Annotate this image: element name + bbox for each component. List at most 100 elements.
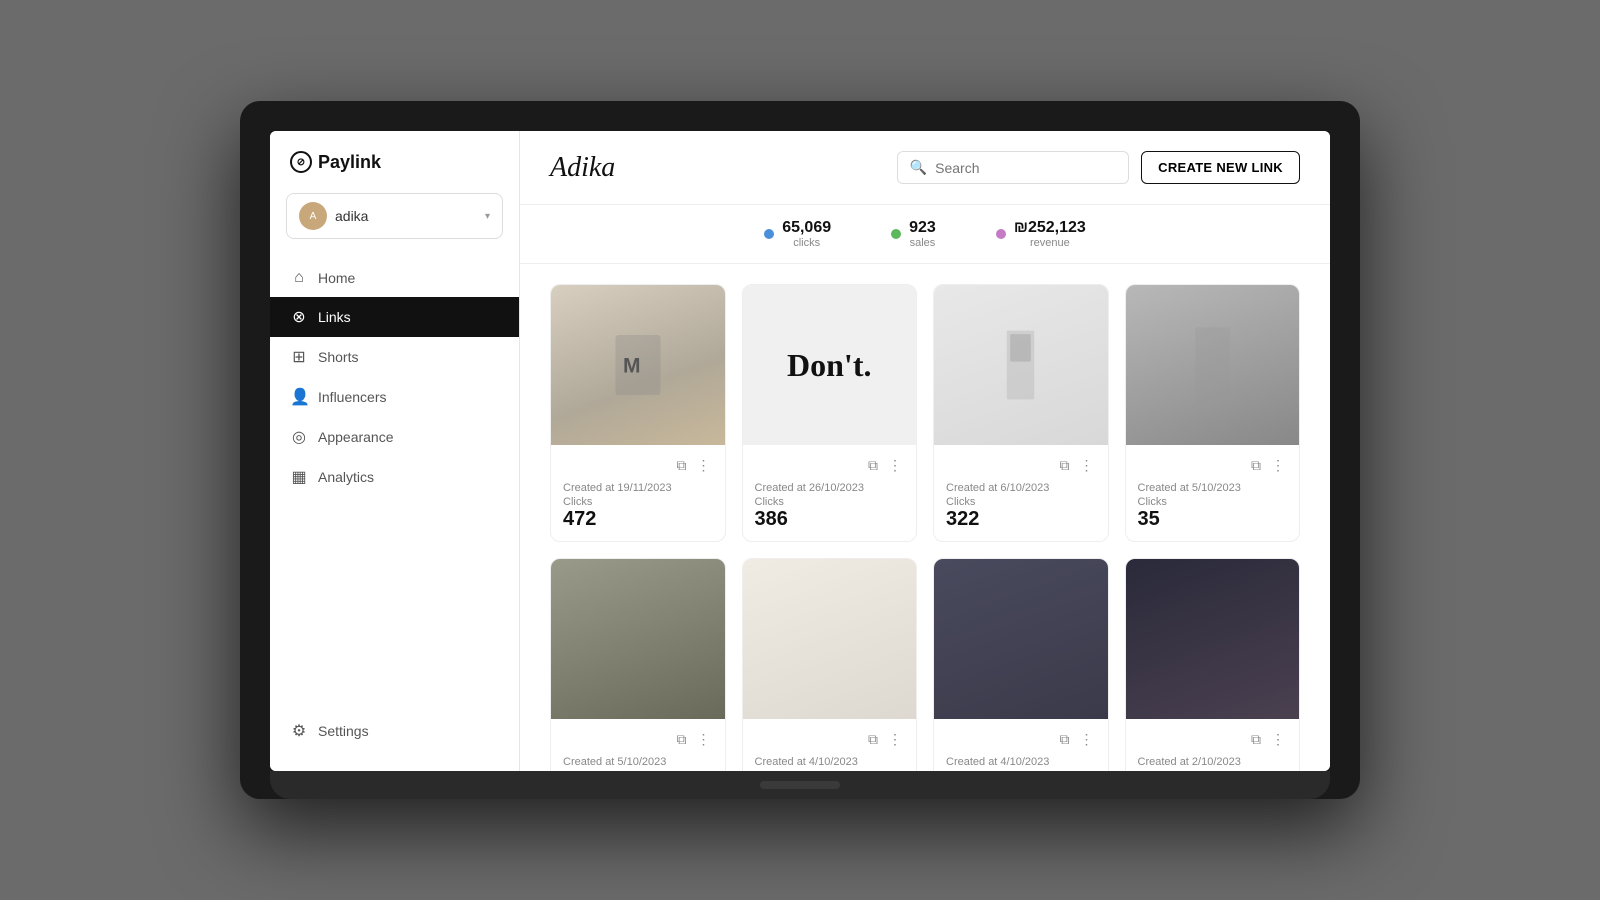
- copy-button[interactable]: ⧉: [1249, 455, 1263, 476]
- card-image-1: M: [551, 285, 725, 445]
- logo-icon: ⊘: [290, 151, 312, 173]
- card-image-5: [551, 559, 725, 719]
- stat-revenue: ₪252,123 revenue: [996, 219, 1086, 249]
- revenue-label: revenue: [1014, 237, 1086, 249]
- copy-button[interactable]: ⧉: [675, 729, 689, 750]
- more-button[interactable]: ⋮: [886, 729, 904, 750]
- links-grid-container: M ⧉ ⋮ Created at 19/11/2023 Clicks 472: [520, 264, 1330, 771]
- card-date-7: Created at 4/10/2023: [946, 756, 1096, 768]
- sidebar-item-shorts[interactable]: ⊞ Shorts: [270, 337, 519, 377]
- card-clicks-label-4: Clicks: [1138, 496, 1288, 508]
- sidebar-item-appearance[interactable]: ◎ Appearance: [270, 417, 519, 457]
- copy-button[interactable]: ⧉: [675, 455, 689, 476]
- stat-sales: 923 sales: [891, 219, 936, 249]
- account-selector[interactable]: A adika ▾: [286, 193, 503, 239]
- card-footer-3: ⧉ ⋮ Created at 6/10/2023 Clicks 322: [934, 445, 1108, 541]
- create-new-link-button[interactable]: CREATE NEW LINK: [1141, 151, 1300, 184]
- search-input[interactable]: [935, 160, 1116, 176]
- copy-button[interactable]: ⧉: [866, 729, 880, 750]
- card-actions-5: ⧉ ⋮: [563, 729, 713, 750]
- card-date-3: Created at 6/10/2023: [946, 482, 1096, 494]
- card-clicks-label-6: Clicks: [755, 770, 905, 771]
- chevron-down-icon: ▾: [485, 211, 490, 222]
- sidebar-item-influencers-label: Influencers: [318, 389, 386, 405]
- card-clicks-label-7: Clicks: [946, 770, 1096, 771]
- clicks-label: clicks: [782, 237, 831, 249]
- link-card[interactable]: ⧉ ⋮ Created at 5/10/2023 Clicks 35: [1125, 284, 1301, 542]
- card-date-8: Created at 2/10/2023: [1138, 756, 1288, 768]
- copy-button[interactable]: ⧉: [866, 455, 880, 476]
- link-card[interactable]: ⧉ ⋮ Created at 6/10/2023 Clicks 322: [933, 284, 1109, 542]
- sidebar-item-influencers[interactable]: 👤 Influencers: [270, 377, 519, 417]
- copy-button[interactable]: ⧉: [1249, 729, 1263, 750]
- sidebar-item-home-label: Home: [318, 270, 355, 286]
- link-card[interactable]: ⧉ ⋮ Created at 4/10/2023 Clicks 418: [933, 558, 1109, 771]
- card-clicks-num-1: 472: [563, 508, 713, 531]
- more-button[interactable]: ⋮: [1078, 729, 1096, 750]
- sidebar: ⊘ Paylink A adika ▾ ⌂ Home ⊗ Links ⊞: [270, 131, 520, 771]
- sidebar-item-links-label: Links: [318, 309, 351, 325]
- card-clicks-num-4: 35: [1138, 508, 1288, 531]
- header-actions: 🔍 CREATE NEW LINK: [897, 151, 1300, 184]
- influencers-icon: 👤: [290, 387, 308, 407]
- more-button[interactable]: ⋮: [1078, 455, 1096, 476]
- links-grid: M ⧉ ⋮ Created at 19/11/2023 Clicks 472: [550, 284, 1300, 771]
- brand-name: Adika: [550, 152, 615, 183]
- card-clicks-label-3: Clicks: [946, 496, 1096, 508]
- card-clicks-label-1: Clicks: [563, 496, 713, 508]
- card-clicks-num-3: 322: [946, 508, 1096, 531]
- revenue-stat: ₪252,123 revenue: [1014, 219, 1086, 249]
- more-button[interactable]: ⋮: [1269, 455, 1287, 476]
- card-actions-7: ⧉ ⋮: [946, 729, 1096, 750]
- more-button[interactable]: ⋮: [886, 455, 904, 476]
- card-footer-6: ⧉ ⋮ Created at 4/10/2023 Clicks 419: [743, 719, 917, 771]
- avatar: A: [299, 202, 327, 230]
- card-date-2: Created at 26/10/2023: [755, 482, 905, 494]
- card-image-7: [934, 559, 1108, 719]
- more-button[interactable]: ⋮: [695, 729, 713, 750]
- card-actions-1: ⧉ ⋮: [563, 455, 713, 476]
- more-button[interactable]: ⋮: [1269, 729, 1287, 750]
- revenue-number: ₪252,123: [1014, 219, 1086, 237]
- link-card[interactable]: ⧉ ⋮ Created at 2/10/2023 Clicks 433: [1125, 558, 1301, 771]
- card-clicks-label-5: Clicks: [563, 770, 713, 771]
- link-card[interactable]: M ⧉ ⋮ Created at 19/11/2023 Clicks 472: [550, 284, 726, 542]
- sidebar-nav: ⌂ Home ⊗ Links ⊞ Shorts 👤 Influencers ◎: [270, 259, 519, 497]
- card-footer-7: ⧉ ⋮ Created at 4/10/2023 Clicks 418: [934, 719, 1108, 771]
- link-card[interactable]: ⧉ ⋮ Created at 4/10/2023 Clicks 419: [742, 558, 918, 771]
- link-card[interactable]: Don't. ⧉ ⋮ Created at 26/10/2023 Clicks …: [742, 284, 918, 542]
- link-card[interactable]: ⧉ ⋮ Created at 5/10/2023 Clicks 253: [550, 558, 726, 771]
- more-button[interactable]: ⋮: [695, 455, 713, 476]
- card-footer-4: ⧉ ⋮ Created at 5/10/2023 Clicks 35: [1126, 445, 1300, 541]
- laptop-frame: ⊘ Paylink A adika ▾ ⌂ Home ⊗ Links ⊞: [240, 101, 1360, 799]
- settings-icon: ⚙: [290, 721, 308, 741]
- card-clicks-label-8: Clicks: [1138, 770, 1288, 771]
- stats-row: 65,069 clicks 923 sales ₪252,123 reven: [520, 205, 1330, 264]
- card-image-8: [1126, 559, 1300, 719]
- account-name: adika: [335, 208, 477, 224]
- sidebar-item-settings[interactable]: ⚙ Settings: [270, 711, 519, 751]
- card-actions-6: ⧉ ⋮: [755, 729, 905, 750]
- card-actions-8: ⧉ ⋮: [1138, 729, 1288, 750]
- card-date-1: Created at 19/11/2023: [563, 482, 713, 494]
- copy-button[interactable]: ⧉: [1058, 455, 1072, 476]
- sales-dot: [891, 229, 901, 239]
- page-header: Adika 🔍 CREATE NEW LINK: [520, 131, 1330, 205]
- sidebar-item-links[interactable]: ⊗ Links: [270, 297, 519, 337]
- card-clicks-label-2: Clicks: [755, 496, 905, 508]
- sidebar-item-home[interactable]: ⌂ Home: [270, 259, 519, 297]
- laptop-base: [270, 771, 1330, 799]
- clicks-stat: 65,069 clicks: [782, 219, 831, 249]
- search-bar[interactable]: 🔍: [897, 151, 1129, 184]
- search-icon: 🔍: [910, 159, 927, 176]
- sidebar-item-analytics[interactable]: ▦ Analytics: [270, 457, 519, 497]
- copy-button[interactable]: ⧉: [1058, 729, 1072, 750]
- stat-clicks: 65,069 clicks: [764, 219, 831, 249]
- settings-label: Settings: [318, 723, 369, 739]
- card-actions-2: ⧉ ⋮: [755, 455, 905, 476]
- sidebar-item-shorts-label: Shorts: [318, 349, 358, 365]
- clicks-number: 65,069: [782, 219, 831, 237]
- card-img-text-2: Don't.: [787, 347, 871, 384]
- home-icon: ⌂: [290, 269, 308, 287]
- sidebar-item-analytics-label: Analytics: [318, 469, 374, 485]
